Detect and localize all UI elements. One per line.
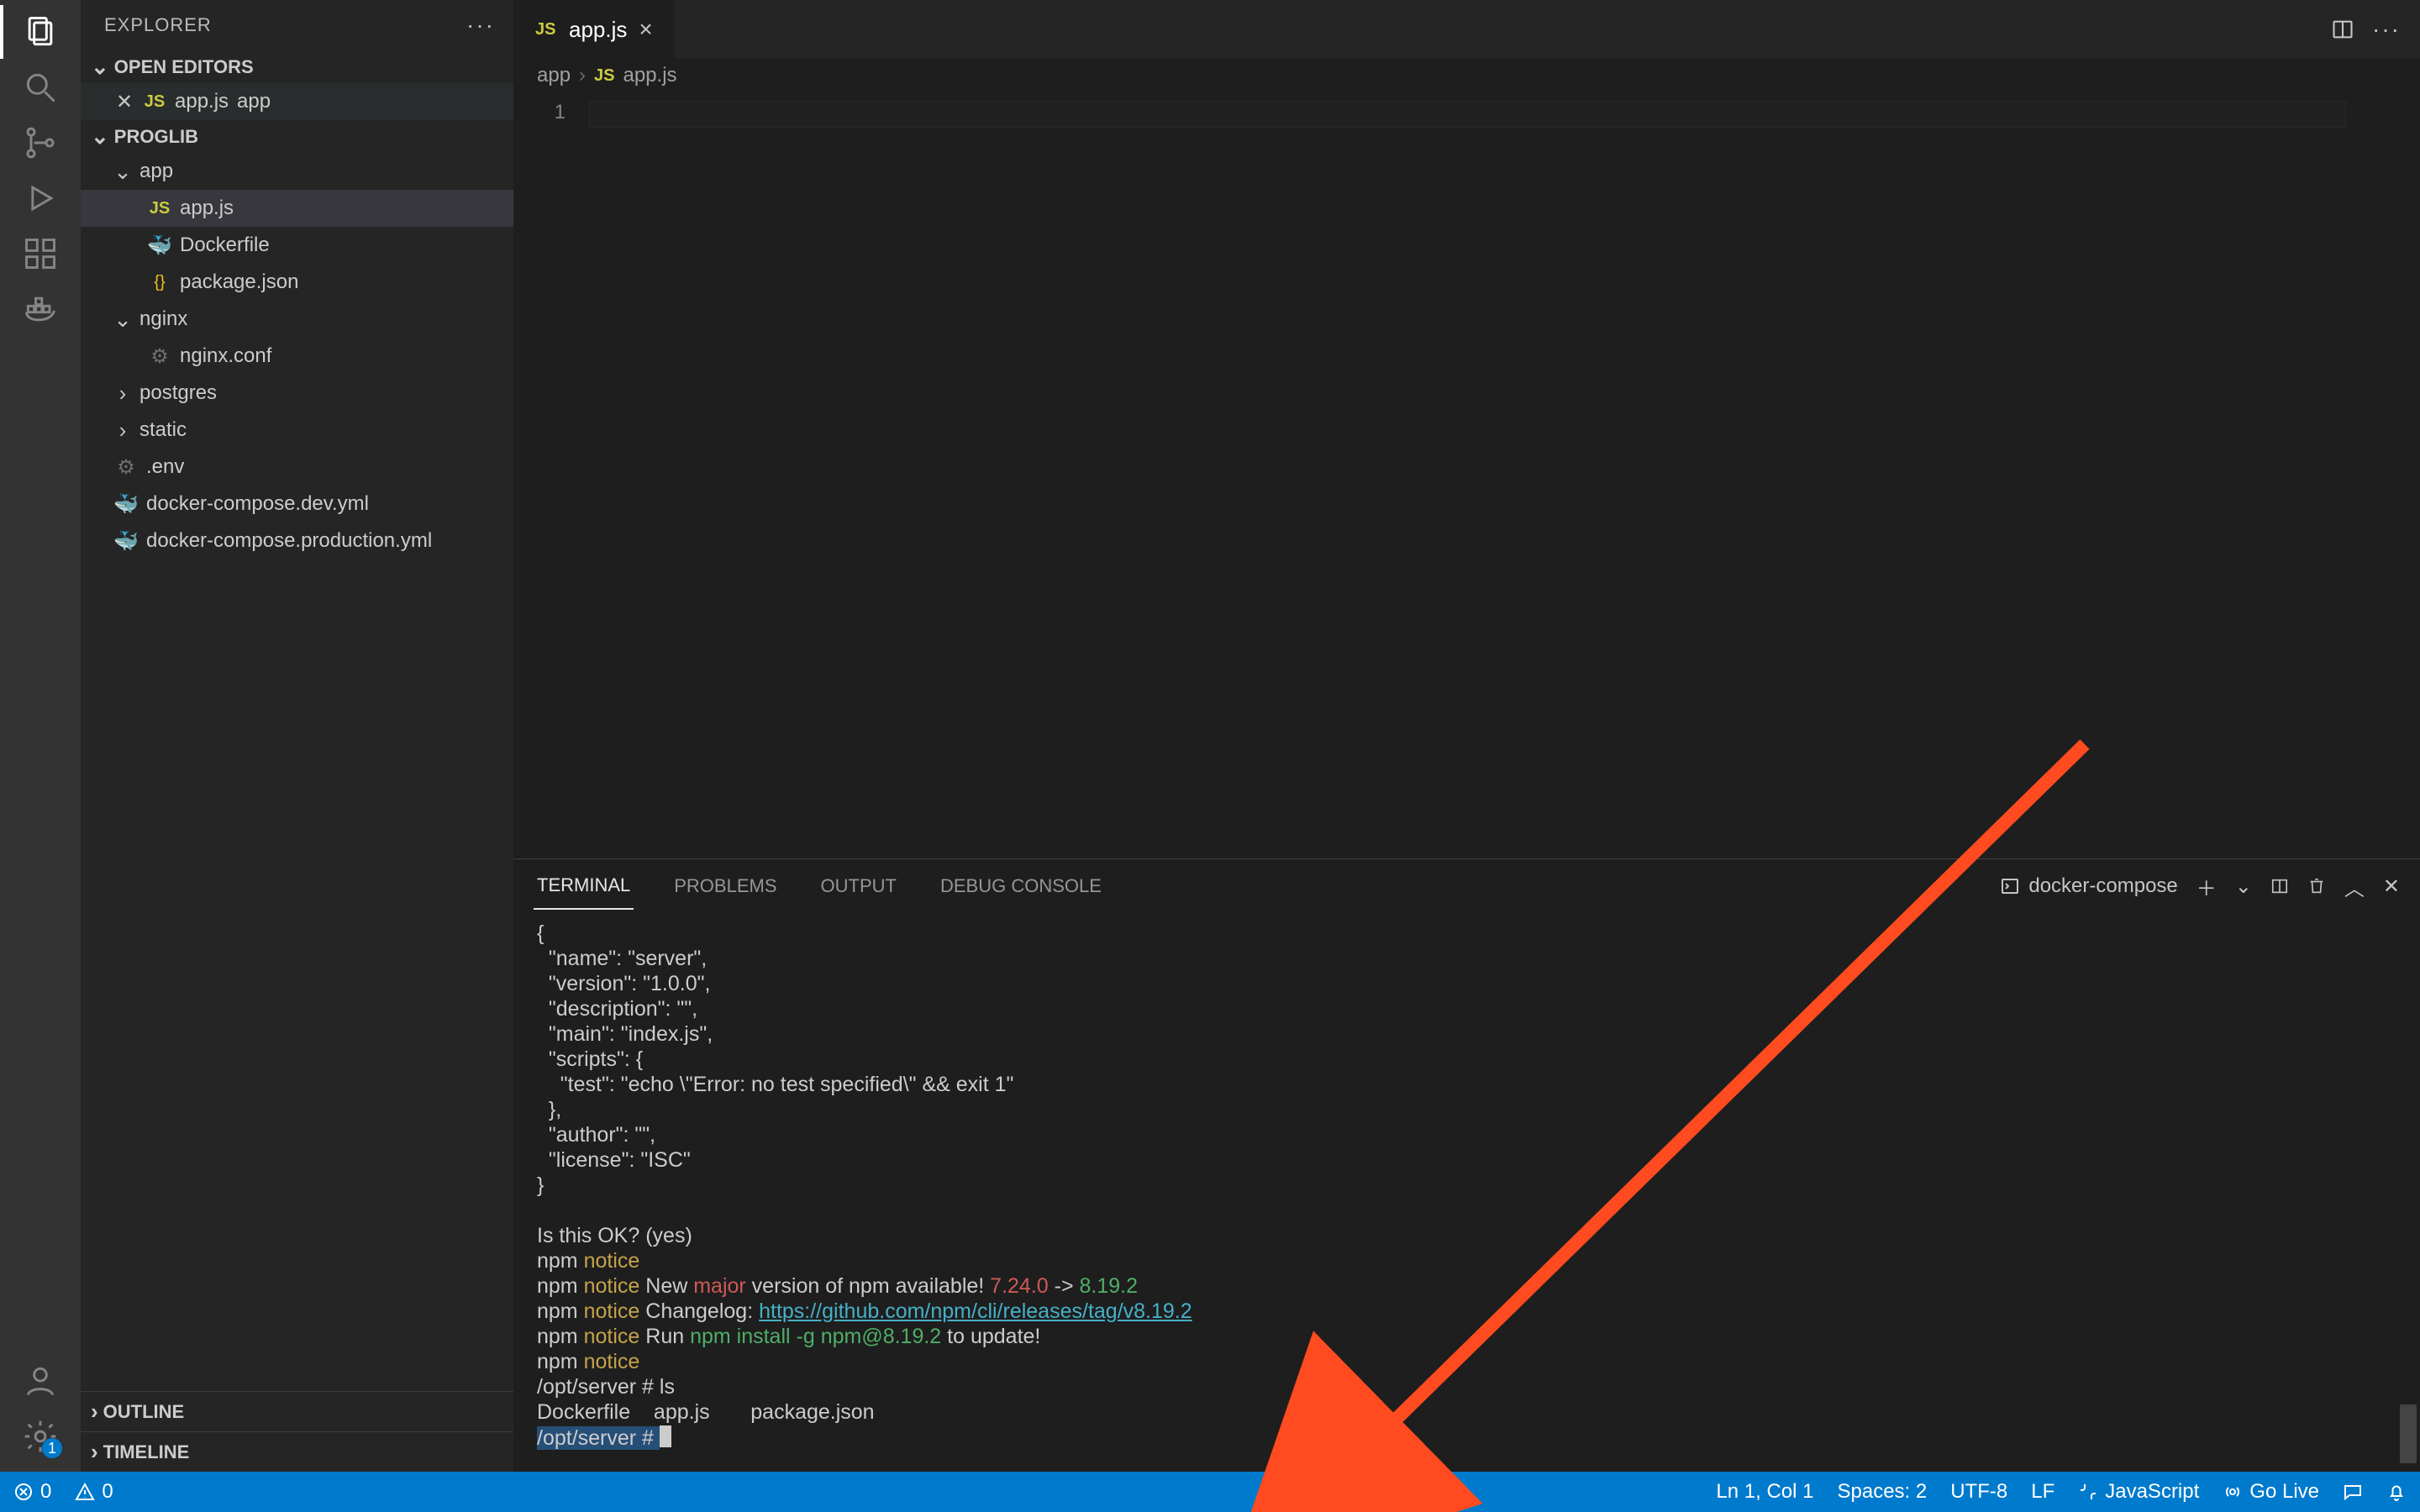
config-file-icon: ⚙ (148, 344, 171, 369)
status-encoding[interactable]: UTF-8 (1950, 1480, 2007, 1504)
docker-file-icon: 🐳 (148, 234, 171, 258)
terminal-task-indicator[interactable]: docker-compose (2000, 874, 2177, 898)
chevron-right-icon (114, 381, 131, 407)
folder-app[interactable]: app (81, 153, 513, 190)
chevron-right-icon: › (579, 64, 586, 87)
extensions-icon[interactable] (20, 234, 60, 274)
chevron-right-icon (114, 417, 131, 444)
status-eol[interactable]: LF (2031, 1480, 2054, 1504)
status-cursor-position[interactable]: Ln 1, Col 1 (1716, 1480, 1813, 1504)
file-nginx-conf[interactable]: ⚙nginx.conf (81, 338, 513, 375)
open-editors-section[interactable]: OPEN EDITORS (81, 50, 513, 83)
sidebar-title: EXPLORER (104, 14, 212, 36)
kill-terminal-icon[interactable] (2307, 877, 2326, 895)
sidebar-more-icon[interactable]: ··· (466, 12, 495, 39)
status-bar: 0 0 Ln 1, Col 1 Spaces: 2 UTF-8 LF JavaS… (0, 1472, 2420, 1512)
docker-file-icon: 🐳 (114, 529, 138, 554)
accounts-icon[interactable] (20, 1361, 60, 1401)
panel-tab-debug[interactable]: DEBUG CONSOLE (937, 864, 1105, 909)
tab-app-js[interactable]: JS app.js × (513, 0, 676, 59)
status-errors[interactable]: 0 (13, 1480, 51, 1504)
file-env[interactable]: ⚙.env (81, 449, 513, 486)
status-indent[interactable]: Spaces: 2 (1837, 1480, 1927, 1504)
folder-postgres[interactable]: postgres (81, 375, 513, 412)
minimap[interactable] (2385, 96, 2420, 858)
timeline-section[interactable]: TIMELINE (81, 1431, 513, 1472)
panel-tab-terminal[interactable]: TERMINAL (534, 863, 634, 910)
status-go-live[interactable]: Go Live (2223, 1480, 2319, 1504)
panel-tab-problems[interactable]: PROBLEMS (671, 864, 780, 909)
split-editor-icon[interactable] (2331, 18, 2354, 41)
chevron-down-icon (114, 159, 131, 185)
terminal-scrollbar[interactable] (2400, 921, 2417, 1463)
explorer-icon[interactable] (20, 12, 60, 52)
folder-static[interactable]: static (81, 412, 513, 449)
chevron-down-icon (114, 307, 131, 333)
breadcrumb[interactable]: app › JS app.js (513, 59, 2420, 96)
config-file-icon: ⚙ (114, 455, 138, 480)
close-icon[interactable]: ✕ (114, 90, 134, 114)
bottom-panel: TERMINAL PROBLEMS OUTPUT DEBUG CONSOLE d… (513, 858, 2420, 1472)
close-tab-icon[interactable]: × (639, 16, 652, 43)
open-editor-item[interactable]: ✕ JS app.js app (81, 83, 513, 120)
split-terminal-icon[interactable] (2270, 877, 2289, 895)
docker-file-icon: 🐳 (114, 492, 138, 517)
file-docker-compose-dev[interactable]: 🐳docker-compose.dev.yml (81, 486, 513, 522)
activity-bar: 1 (0, 0, 81, 1472)
maximize-panel-icon[interactable]: ︿ (2344, 872, 2365, 901)
settings-badge: 1 (42, 1438, 62, 1458)
js-file-icon: JS (535, 20, 557, 39)
editor-more-icon[interactable]: ··· (2375, 18, 2398, 41)
folder-nginx[interactable]: nginx (81, 301, 513, 338)
terminal-dropdown-icon[interactable]: ⌄ (2235, 874, 2252, 899)
file-package-json[interactable]: {}package.json (81, 264, 513, 301)
status-bell-icon[interactable] (2386, 1482, 2407, 1502)
file-docker-compose-prod[interactable]: 🐳docker-compose.production.yml (81, 522, 513, 559)
docker-icon[interactable] (20, 289, 60, 329)
search-icon[interactable] (20, 67, 60, 108)
line-gutter: 1 (513, 96, 589, 858)
explorer-sidebar: EXPLORER ··· OPEN EDITORS ✕ JS app.js ap… (81, 0, 513, 1472)
status-language[interactable]: JavaScript (2078, 1480, 2199, 1504)
js-file-icon: JS (143, 92, 166, 112)
file-app-js[interactable]: JSapp.js (81, 190, 513, 227)
chevron-down-icon (91, 54, 109, 80)
editor-tabs: JS app.js × ··· (513, 0, 2420, 59)
line-number-1: 1 (513, 101, 566, 128)
outline-section[interactable]: OUTLINE (81, 1391, 513, 1431)
panel-tab-output[interactable]: OUTPUT (818, 864, 900, 909)
settings-gear-icon[interactable]: 1 (20, 1416, 60, 1457)
file-dockerfile[interactable]: 🐳Dockerfile (81, 227, 513, 264)
run-debug-icon[interactable] (20, 178, 60, 218)
chevron-down-icon (91, 123, 109, 150)
json-file-icon: {} (148, 273, 171, 292)
code-editor[interactable] (589, 96, 2385, 858)
close-panel-icon[interactable]: ✕ (2383, 874, 2400, 899)
new-terminal-icon[interactable]: ＋ (2196, 872, 2217, 901)
terminal-cursor (660, 1425, 671, 1447)
chevron-right-icon (91, 1399, 98, 1425)
chevron-right-icon (91, 1439, 98, 1465)
project-section[interactable]: PROGLIB (81, 120, 513, 153)
editor-area: JS app.js × ··· app › JS app.js 1 (513, 0, 2420, 1472)
js-file-icon: JS (594, 66, 614, 86)
status-feedback-icon[interactable] (2343, 1482, 2363, 1502)
terminal-output[interactable]: { "name": "server", "version": "1.0.0", … (513, 913, 2420, 1472)
status-warnings[interactable]: 0 (75, 1480, 113, 1504)
js-file-icon: JS (148, 199, 171, 218)
source-control-icon[interactable] (20, 123, 60, 163)
